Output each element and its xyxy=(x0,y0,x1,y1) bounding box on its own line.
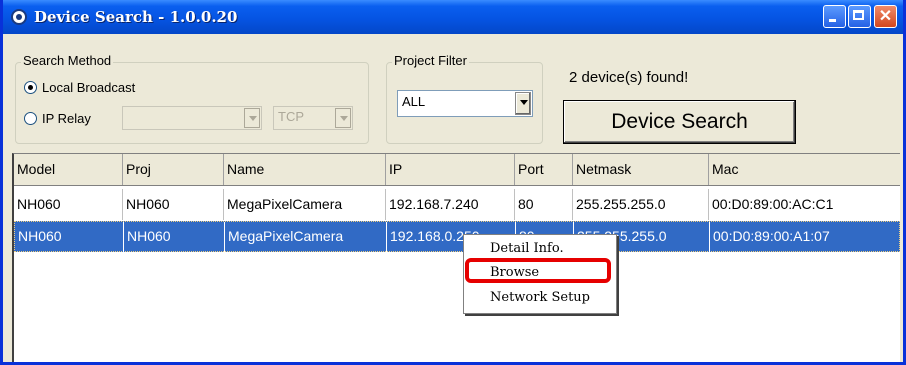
column-header-model[interactable]: Model xyxy=(14,154,123,185)
cell-netmask: 255.255.255.0 xyxy=(573,189,709,220)
search-method-group xyxy=(15,62,369,144)
column-header-proj[interactable]: Proj xyxy=(123,154,224,185)
cell-mac: 00:D0:89:00:A1:07 xyxy=(713,228,830,244)
list-header: Model Proj Name IP Port Netmask Mac xyxy=(14,154,900,186)
device-search-button[interactable]: Device Search xyxy=(563,100,796,144)
protocol-combo[interactable]: TCP xyxy=(273,106,353,130)
minimize-button[interactable] xyxy=(823,5,846,28)
local-broadcast-label: Local Broadcast xyxy=(42,80,136,95)
column-header-name[interactable]: Name xyxy=(224,154,386,185)
close-icon: ✕ xyxy=(878,8,893,25)
title-bar[interactable]: Device Search - 1.0.0.20 ✕ xyxy=(3,0,903,34)
menu-item-detail-info[interactable]: Detail Info. xyxy=(490,241,564,256)
column-header-netmask[interactable]: Netmask xyxy=(573,154,709,185)
radio-selected-icon xyxy=(24,81,37,94)
table-row[interactable]: NH060 NH060 MegaPixelCamera 192.168.7.24… xyxy=(14,189,900,220)
cell-proj: NH060 xyxy=(124,222,225,253)
project-filter-combo[interactable]: ALL xyxy=(397,90,533,117)
cell-proj: NH060 xyxy=(123,189,224,220)
window-title: Device Search - 1.0.0.20 xyxy=(34,8,238,26)
chevron-down-icon[interactable] xyxy=(335,108,351,128)
chevron-down-icon[interactable] xyxy=(515,92,531,115)
ip-relay-label: IP Relay xyxy=(42,111,91,126)
menu-item-network-setup[interactable]: Network Setup xyxy=(490,290,590,305)
cell-port: 80 xyxy=(515,189,573,220)
cell-mac: 00:D0:89:00:AC:C1 xyxy=(712,196,834,212)
maximize-button[interactable] xyxy=(848,5,871,28)
device-list[interactable]: Model Proj Name IP Port Netmask Mac NH06… xyxy=(12,153,900,362)
app-icon xyxy=(11,9,27,25)
table-row-selected[interactable]: NH060 NH060 MegaPixelCamera 192.168.0.25… xyxy=(14,221,900,253)
devices-found-status: 2 device(s) found! xyxy=(569,69,689,86)
column-header-port[interactable]: Port xyxy=(515,154,573,185)
local-broadcast-radio[interactable]: Local Broadcast xyxy=(24,80,135,95)
radio-unselected-icon xyxy=(24,112,37,125)
cell-name: MegaPixelCamera xyxy=(225,222,387,253)
cell-name: MegaPixelCamera xyxy=(224,189,386,220)
ip-relay-radio[interactable]: IP Relay xyxy=(24,111,91,126)
chevron-down-icon[interactable] xyxy=(244,108,260,128)
project-filter-legend: Project Filter xyxy=(392,53,469,68)
search-method-legend: Search Method xyxy=(21,53,114,68)
cell-model: NH060 xyxy=(15,222,124,253)
device-search-window: Device Search - 1.0.0.20 ✕ Search Method… xyxy=(0,0,906,365)
column-header-mac[interactable]: Mac xyxy=(709,154,900,185)
cell-ip: 192.168.7.240 xyxy=(386,189,515,220)
project-filter-value: ALL xyxy=(402,94,426,109)
column-header-ip[interactable]: IP xyxy=(386,154,515,185)
close-button[interactable]: ✕ xyxy=(874,5,897,28)
protocol-value: TCP xyxy=(278,109,304,124)
highlight-box xyxy=(465,258,611,283)
ip-relay-combo[interactable] xyxy=(122,106,262,130)
cell-model: NH060 xyxy=(14,189,123,220)
